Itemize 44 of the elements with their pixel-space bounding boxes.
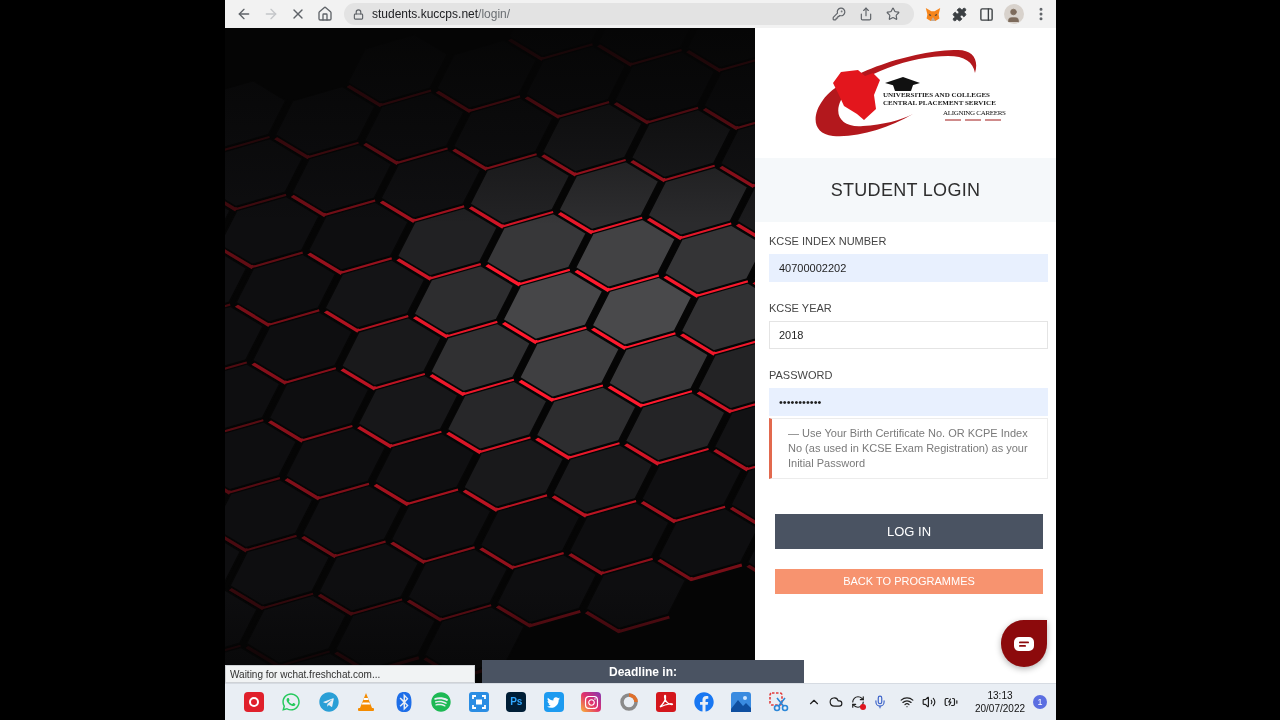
notification-badge[interactable]: 1 <box>1033 695 1047 709</box>
clock-time: 13:13 <box>987 689 1013 702</box>
home-icon[interactable] <box>316 6 333 22</box>
url-text[interactable]: students.kuccps.net/login/ <box>372 5 511 23</box>
target-icon[interactable] <box>243 692 264 712</box>
photo-editor-icon[interactable]: Ps <box>506 692 527 712</box>
landscape-image-icon[interactable] <box>731 692 752 712</box>
key-icon[interactable] <box>831 7 846 21</box>
swirl-icon[interactable] <box>656 692 677 712</box>
scissors-icon[interactable] <box>768 692 789 712</box>
traffic-cone-icon[interactable] <box>356 692 377 712</box>
text-field[interactable]: 40700002202 <box>769 254 1048 282</box>
microphone-icon[interactable] <box>873 695 887 709</box>
deadline-banner: Deadline in: <box>482 660 804 683</box>
status-bubble: Waiting for wchat.freshchat.com... <box>225 665 475 683</box>
camera-icon[interactable] <box>581 692 602 712</box>
sync-icon[interactable] <box>850 694 866 710</box>
field-label: KCSE YEAR <box>769 302 833 315</box>
share-icon[interactable] <box>858 7 873 21</box>
field-label: PASSWORD <box>769 369 834 382</box>
login-button[interactable]: LOG IN <box>775 514 1043 549</box>
battery-icon[interactable] <box>944 695 958 709</box>
clock-date: 20/07/2022 <box>974 702 1026 715</box>
sidebar-icon[interactable] <box>979 6 994 22</box>
chat-icon <box>1014 636 1034 651</box>
cloud-icon[interactable] <box>829 695 843 709</box>
puzzle-icon[interactable] <box>952 6 967 22</box>
lock-icon[interactable] <box>353 8 364 20</box>
text-field[interactable]: 2018 <box>769 321 1048 349</box>
screen-capture-icon[interactable] <box>468 692 489 712</box>
ring-icon[interactable] <box>618 692 639 712</box>
bird-icon[interactable] <box>543 692 564 712</box>
bookmark-star-icon[interactable] <box>885 7 900 21</box>
volume-icon[interactable] <box>922 695 936 709</box>
field-label: KCSE INDEX NUMBER <box>769 235 888 248</box>
text-field[interactable]: ••••••••••• <box>769 388 1048 416</box>
wifi-icon[interactable] <box>900 695 914 709</box>
paper-plane-icon[interactable] <box>318 692 339 712</box>
login-title: STUDENT LOGIN <box>830 178 981 202</box>
letter-f-icon[interactable] <box>693 692 714 712</box>
avatar-icon[interactable] <box>1003 4 1024 24</box>
fox-icon[interactable] <box>924 6 941 22</box>
password-hint: — Use Your Birth Certificate No. OR KCPE Index No (as used in KCSE Exam Registration) as your Initial Password <box>769 418 1048 479</box>
address-bar[interactable]: students.kuccps.net/login/ <box>344 3 914 25</box>
